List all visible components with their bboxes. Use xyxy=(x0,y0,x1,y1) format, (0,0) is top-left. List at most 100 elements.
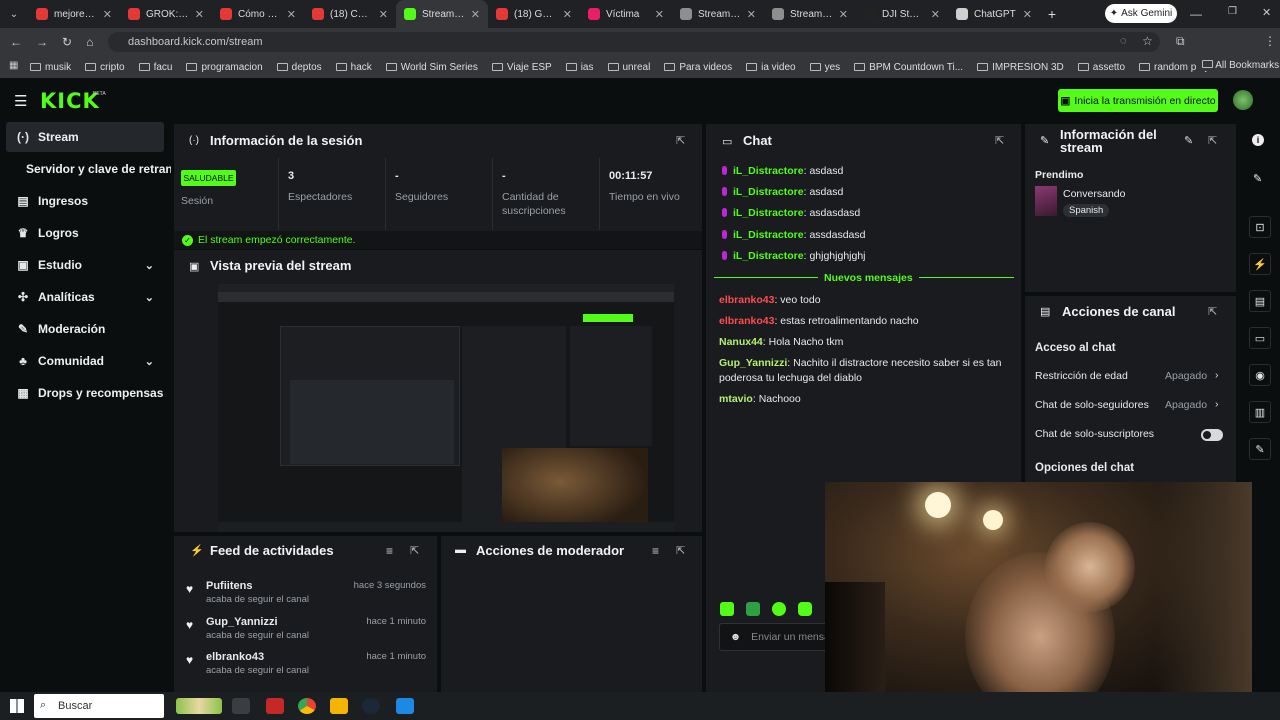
capture-icon[interactable]: ⊡ xyxy=(1249,216,1271,238)
layout-tool-icon[interactable]: ▥ xyxy=(1249,401,1271,423)
close-tab-icon[interactable]: ✕ xyxy=(471,8,480,21)
task-view-icon[interactable] xyxy=(232,698,250,714)
bookmark-item[interactable]: unreal xyxy=(607,62,650,73)
menu-icon[interactable]: ⋮ xyxy=(1264,34,1276,48)
bookmark-item[interactable]: Para videos xyxy=(664,62,732,73)
chat-username[interactable]: Gup_Yannizzi xyxy=(719,357,787,369)
popout-icon[interactable]: ⇱ xyxy=(1208,134,1217,147)
popout-icon[interactable]: ⇱ xyxy=(995,134,1004,147)
toggle-switch[interactable] xyxy=(1201,429,1223,441)
bookmark-item[interactable]: assetto xyxy=(1077,62,1125,73)
emote-icon[interactable] xyxy=(746,602,760,616)
sidebar-item-estudio[interactable]: ▣ Estudio ⌄ xyxy=(6,250,164,280)
sidebar-item-moderacion[interactable]: ✎ Moderación xyxy=(6,314,164,344)
chat-username[interactable]: iL_Distractore xyxy=(733,207,804,219)
browser-tab[interactable]: StreamElem✕ xyxy=(764,0,856,28)
wrench-tool-icon[interactable]: ✎ xyxy=(1249,438,1271,460)
bookmark-item[interactable]: ia video xyxy=(746,62,796,73)
browser-tab[interactable]: Cómo corre✕ xyxy=(212,0,304,28)
bookmark-item[interactable]: hack xyxy=(335,62,372,73)
chat-username[interactable]: mtavio xyxy=(719,393,753,405)
close-tab-icon[interactable]: ✕ xyxy=(287,8,296,21)
popout-icon[interactable]: ⇱ xyxy=(1208,305,1217,318)
bookmark-item[interactable]: World Sim Series xyxy=(385,62,478,73)
chat-username[interactable]: iL_Distractore xyxy=(733,229,804,241)
browser-tab[interactable]: (18) GRABO✕ xyxy=(488,0,580,28)
emote-green-icon[interactable] xyxy=(798,602,812,616)
minimize-icon[interactable]: — xyxy=(1190,7,1202,21)
hamburger-menu-icon[interactable]: ☰ xyxy=(14,92,27,110)
chat-username[interactable]: iL_Distractore xyxy=(733,250,804,262)
close-tab-icon[interactable]: ✕ xyxy=(839,8,848,21)
restore-icon[interactable]: ❐ xyxy=(1228,6,1237,17)
browser-tab[interactable]: Víctima ✕ xyxy=(580,0,672,28)
bookmark-item[interactable]: programacion xyxy=(186,62,263,73)
browser-tab[interactable]: GROK: la Me✕ xyxy=(120,0,212,28)
filter-icon[interactable]: ≡ xyxy=(652,544,659,558)
back-icon[interactable]: ← xyxy=(10,35,22,49)
close-tab-icon[interactable]: ✕ xyxy=(655,8,664,21)
bookmark-item[interactable]: facu xyxy=(138,62,172,73)
channel-setting-row[interactable]: Chat de solo-suscriptores xyxy=(1035,428,1225,444)
chat-username[interactable]: elbranko43 xyxy=(719,294,774,306)
sidebar-item-comunidad[interactable]: ♣ Comunidad ⌄ xyxy=(6,346,164,376)
stream-preview-video[interactable] xyxy=(218,284,674,532)
new-tab-icon[interactable]: + xyxy=(1040,6,1064,22)
chat-username[interactable]: iL_Distractore xyxy=(733,186,804,198)
user-avatar[interactable] xyxy=(1233,90,1253,110)
home-icon[interactable]: ⌂ xyxy=(86,35,93,49)
sidebar-item-ingresos[interactable]: ▤ Ingresos xyxy=(6,186,164,216)
sidebar-item-analiticas[interactable]: ✣ Analíticas ⌄ xyxy=(6,282,164,312)
chat-username[interactable]: elbranko43 xyxy=(719,315,774,327)
browser-tab[interactable]: (18) Configu✕ xyxy=(304,0,396,28)
sidebar-item-logros[interactable]: ♛ Logros xyxy=(6,218,164,248)
channel-setting-row[interactable]: Restricción de edad Apagado › xyxy=(1035,369,1225,386)
bookmark-item[interactable]: musik xyxy=(30,62,71,73)
browser-tab[interactable]: Stream - Kic✕ xyxy=(396,0,488,28)
app-red-icon[interactable] xyxy=(266,698,284,714)
filter-icon[interactable]: ≡ xyxy=(386,544,393,558)
app-blue-icon[interactable] xyxy=(396,698,414,714)
close-tab-icon[interactable]: ✕ xyxy=(379,8,388,21)
close-window-icon[interactable]: ✕ xyxy=(1262,6,1271,19)
bookmark-item[interactable]: Viaje ESP xyxy=(491,62,552,73)
browser-tab[interactable]: StreamElem✕ xyxy=(672,0,764,28)
steam-icon[interactable] xyxy=(362,698,380,714)
popout-icon[interactable]: ⇱ xyxy=(410,544,419,557)
bookmark-item[interactable]: deptos xyxy=(276,62,322,73)
all-bookmarks[interactable]: All Bookmarks xyxy=(1196,60,1280,71)
close-tab-icon[interactable]: ✕ xyxy=(563,8,572,21)
bookmark-star-icon[interactable]: ☆ xyxy=(1142,34,1153,48)
ask-gemini-button[interactable]: ✦ Ask Gemini xyxy=(1105,4,1177,23)
apps-grid-icon[interactable]: ▦ xyxy=(9,60,18,71)
bookmark-item[interactable]: BPM Countdown Ti... xyxy=(854,62,963,73)
close-tab-icon[interactable]: ✕ xyxy=(931,8,940,21)
browser-tab[interactable]: mejores ia d✕ xyxy=(28,0,120,28)
chat-username[interactable]: Nanux44 xyxy=(719,336,763,348)
broadcast-tool-icon[interactable]: ◉ xyxy=(1249,364,1271,386)
windows-start-icon[interactable] xyxy=(10,699,24,713)
chat-tool-icon[interactable]: ▭ xyxy=(1249,327,1271,349)
edit-pencil-icon[interactable]: ✎ xyxy=(1184,134,1193,147)
tab-search-chevron-icon[interactable]: ⌄ xyxy=(0,9,28,20)
browser-tab[interactable]: ChatGPT ✕ xyxy=(948,0,1040,28)
info-icon[interactable]: i xyxy=(1252,134,1264,146)
pencil-icon[interactable]: ✎ xyxy=(1253,172,1262,185)
popout-icon[interactable]: ⇱ xyxy=(676,544,685,557)
taskbar-search[interactable]: Buscar xyxy=(34,694,164,718)
bookmark-item[interactable]: cripto xyxy=(85,62,125,73)
bookmark-item[interactable]: ias xyxy=(565,62,594,73)
popout-icon[interactable]: ⇱ xyxy=(676,134,685,147)
extensions-icon[interactable]: ⧉ xyxy=(1176,34,1185,49)
close-tab-icon[interactable]: ✕ xyxy=(747,8,756,21)
eye-off-icon[interactable]: ◌ xyxy=(1120,35,1127,47)
bookmark-item[interactable]: IMPRESION 3D xyxy=(977,62,1064,73)
close-tab-icon[interactable]: ✕ xyxy=(195,8,204,21)
forward-icon[interactable]: → xyxy=(36,35,48,49)
sidebar-item-stream[interactable]: (·) Stream xyxy=(6,122,164,152)
reload-icon[interactable]: ↻ xyxy=(62,35,72,49)
sidebar-item-drops[interactable]: ▦ Drops y recompensas xyxy=(6,378,164,408)
browser-tab[interactable]: DJI Studio -✕ xyxy=(856,0,948,28)
close-tab-icon[interactable]: ✕ xyxy=(1023,8,1032,21)
sidebar-item-servidor[interactable]: Servidor y clave de retransm xyxy=(6,154,171,184)
